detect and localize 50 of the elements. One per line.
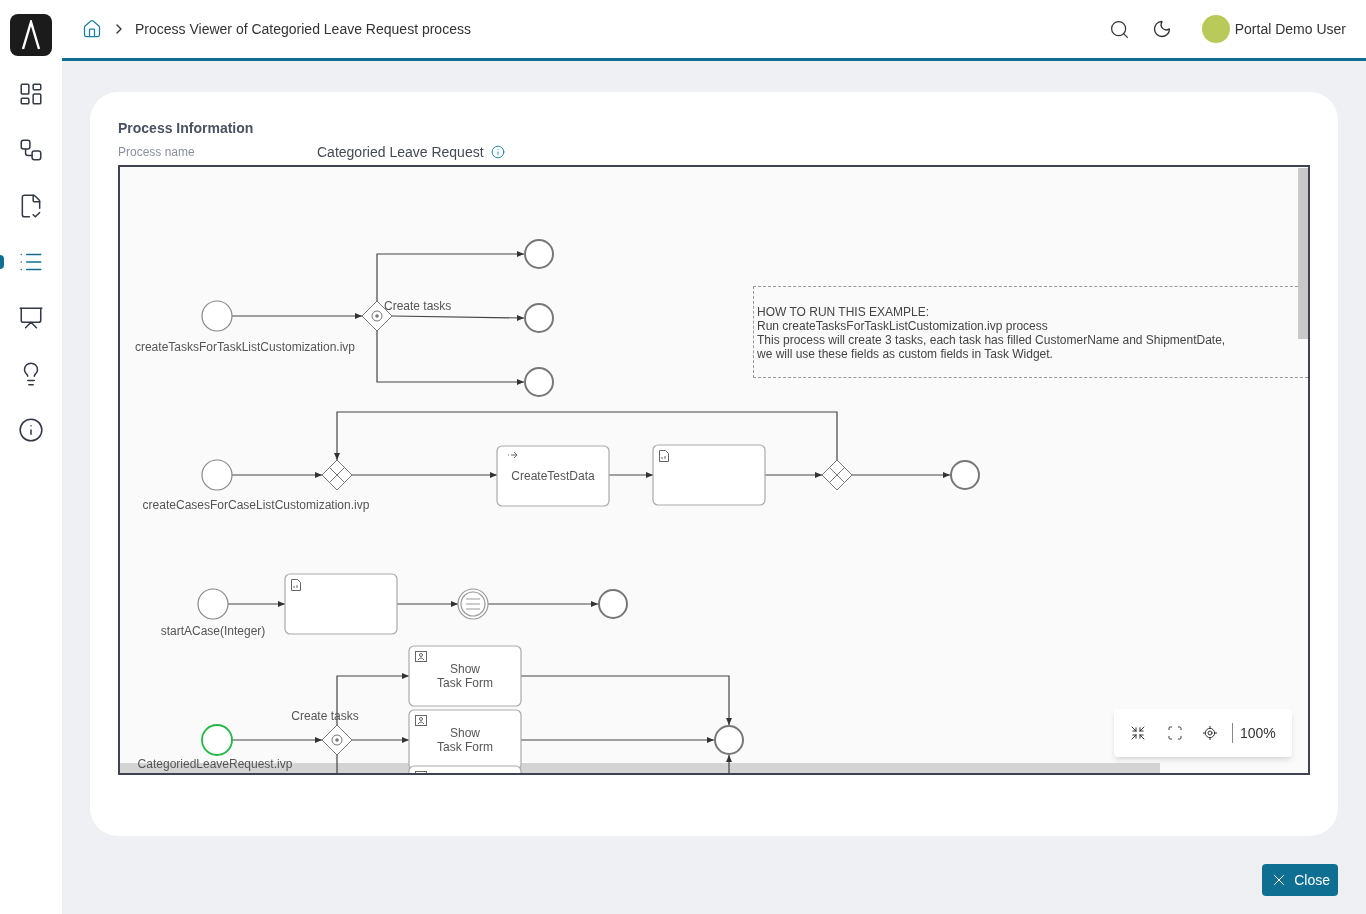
zoom-level: 100% xyxy=(1240,723,1276,743)
intermediate-event xyxy=(457,588,489,620)
start-event-label: createCasesForCaseListCustomization.ivp xyxy=(142,498,370,512)
locate-icon[interactable] xyxy=(1202,725,1218,741)
diamond-circle-gateway xyxy=(321,724,353,756)
vertical-scrollbar[interactable] xyxy=(1298,168,1308,339)
task-label: CreateTestData xyxy=(511,469,595,483)
end-event xyxy=(524,239,554,269)
document-icon xyxy=(659,450,669,462)
gateway-label: Create tasks xyxy=(384,299,452,313)
sequence-flow xyxy=(608,472,654,478)
end-event xyxy=(524,367,554,397)
user-name[interactable]: Portal Demo User xyxy=(1234,18,1346,40)
diamond-x-gateway xyxy=(321,459,353,491)
arrow-icon xyxy=(507,451,518,459)
annotation-text: HOW TO RUN THIS EXAMPLE: Run createTasksForTaskListCustomization.ivp process This process will create 3 tasks, each task has filled CustomerName and ShipmentDate, we will use these fields as custom fields in Task Widget. xyxy=(757,305,1227,361)
fit-screen-icon[interactable] xyxy=(1167,725,1183,741)
chart-board-icon xyxy=(18,305,44,331)
dashboard-icon xyxy=(18,81,44,107)
start-event-label: CategoriedLeaveRequest.ivp xyxy=(137,757,293,771)
user-form-icon xyxy=(415,715,427,726)
shrink-icon[interactable] xyxy=(1130,725,1146,741)
start-event-label: createTasksForTaskListCustomization.ivp xyxy=(134,340,356,354)
workflow-icon xyxy=(18,137,44,163)
start-event-label: startACase(Integer) xyxy=(160,624,266,638)
active-indicator xyxy=(0,255,4,269)
field-value: Categoried Leave Request xyxy=(317,142,484,162)
end-event xyxy=(524,303,554,333)
document-icon xyxy=(291,579,301,591)
sequence-flow xyxy=(764,472,823,478)
end-event xyxy=(714,725,744,755)
sequence-flow xyxy=(227,601,286,607)
task-label: Show Task Form xyxy=(437,726,493,754)
user-form-icon xyxy=(415,651,427,662)
info-icon xyxy=(18,417,44,443)
task-label: Show Task Form xyxy=(437,662,493,690)
sequence-flow xyxy=(351,737,410,743)
moon-icon[interactable] xyxy=(1151,19,1172,39)
section-heading: Process Information xyxy=(118,120,255,136)
field-label: Process name xyxy=(118,144,196,161)
info-icon[interactable] xyxy=(490,145,505,159)
home-icon[interactable] xyxy=(82,19,102,39)
logo[interactable] xyxy=(10,14,52,56)
end-event xyxy=(598,589,628,619)
end-event xyxy=(950,460,980,490)
search-icon[interactable] xyxy=(1108,18,1130,40)
sequence-flow xyxy=(396,601,459,607)
diamond-x-gateway xyxy=(821,459,853,491)
close-button[interactable]: Close xyxy=(1262,864,1338,896)
breadcrumb-title: Process Viewer of Categoried Leave Request process xyxy=(135,19,471,39)
